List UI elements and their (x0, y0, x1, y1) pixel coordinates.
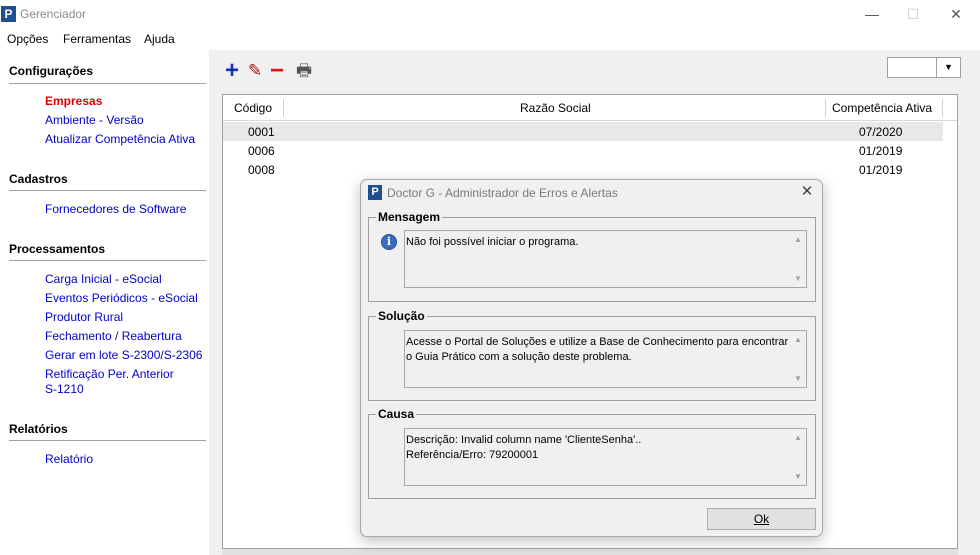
dialog-titlebar: P Doctor G - Administrador de Erros e Al… (361, 180, 822, 206)
solucao-text: Acesse o Portal de Soluções e utilize a … (406, 336, 789, 363)
solucao-group: Solução Acesse o Portal de Soluções e ut… (368, 309, 816, 401)
window-title: Gerenciador (20, 7, 87, 21)
section-divider (9, 260, 206, 261)
section-divider (9, 440, 206, 441)
section-divider (9, 190, 206, 191)
minimize-button[interactable]: — (862, 4, 882, 24)
remove-icon[interactable]: − (268, 59, 286, 83)
sidebar-item-relatorio[interactable]: Relatório (45, 452, 93, 467)
scroll-down-icon[interactable]: ▼ (793, 374, 803, 384)
column-header-competencia-ativa[interactable]: Competência Ativa (832, 101, 932, 115)
print-icon[interactable]: 🖶 (295, 62, 313, 80)
scroll-up-icon[interactable]: ▲ (793, 433, 803, 443)
column-header-razao-social[interactable]: Razão Social (520, 101, 591, 115)
cell-codigo: 0001 (248, 125, 275, 139)
mensagem-group: Mensagem i Não foi possível iniciar o pr… (368, 210, 816, 302)
section-divider (9, 83, 206, 84)
section-processamentos-title: Processamentos (9, 242, 106, 256)
column-separator (825, 99, 826, 117)
section-relatorios-title: Relatórios (9, 422, 68, 436)
info-icon: i (381, 234, 397, 250)
sidebar-item-gerar-em-lote[interactable]: Gerar em lote S-2300/S-2306 (45, 348, 202, 363)
competencia-combo[interactable]: ▼ (887, 57, 961, 78)
horizontal-scrollbar[interactable] (222, 549, 958, 555)
mensagem-textbox[interactable]: Não foi possível iniciar o programa. ▲ ▼ (404, 230, 807, 288)
grid-header: Código Razão Social Competência Ativa (223, 95, 957, 121)
edit-icon[interactable]: ✎ (246, 62, 264, 80)
causa-textbox[interactable]: Descrição: Invalid column name 'ClienteS… (404, 428, 807, 486)
table-row[interactable]: 0008 01/2019 (223, 160, 943, 179)
scroll-up-icon[interactable]: ▲ (793, 335, 803, 345)
section-cadastros-title: Cadastros (9, 172, 68, 186)
causa-text: Descrição: Invalid column name 'ClienteS… (406, 434, 642, 461)
mensagem-text: Não foi possível iniciar o programa. (406, 236, 579, 248)
scroll-up-icon[interactable]: ▲ (793, 235, 803, 245)
column-header-codigo[interactable]: Código (234, 101, 272, 115)
scroll-down-icon[interactable]: ▼ (793, 274, 803, 284)
cell-codigo: 0008 (248, 163, 275, 177)
sidebar: Configurações Empresas Ambiente - Versão… (0, 50, 209, 555)
window-titlebar: P Gerenciador — ☐ ✕ (0, 0, 980, 28)
dialog-title: Doctor G - Administrador de Erros e Aler… (387, 186, 618, 200)
scroll-down-icon[interactable]: ▼ (793, 472, 803, 482)
sidebar-item-ambiente-versao[interactable]: Ambiente - Versão (45, 113, 144, 128)
sidebar-item-eventos-periodicos[interactable]: Eventos Periódicos - eSocial (45, 291, 198, 306)
causa-label: Causa (376, 407, 417, 421)
sidebar-item-fornecedores[interactable]: Fornecedores de Software (45, 202, 186, 217)
sidebar-item-empresas[interactable]: Empresas (45, 94, 102, 109)
causa-group: Causa Descrição: Invalid column name 'Cl… (368, 407, 816, 499)
cell-competencia: 07/2020 (859, 125, 903, 139)
column-separator (942, 99, 943, 117)
sidebar-item-retificacao[interactable]: Retificação Per. Anterior S-1210 (45, 367, 174, 397)
cell-codigo: 0006 (248, 144, 275, 158)
sidebar-item-atualizar-competencia[interactable]: Atualizar Competência Ativa (45, 132, 195, 147)
close-button[interactable]: ✕ (946, 4, 966, 24)
section-configuracoes-title: Configurações (9, 64, 94, 78)
add-icon[interactable]: + (223, 59, 241, 83)
maximize-button[interactable]: ☐ (903, 4, 923, 24)
sidebar-item-carga-inicial[interactable]: Carga Inicial - eSocial (45, 272, 162, 287)
menu-bar: Opções Ferramentas Ajuda (0, 28, 980, 50)
cell-competencia: 01/2019 (859, 144, 903, 158)
dialog-logo-icon: P (368, 185, 382, 200)
menu-ferramentas[interactable]: Ferramentas (63, 32, 131, 46)
error-dialog: P Doctor G - Administrador de Erros e Al… (360, 179, 823, 537)
ok-button[interactable]: Ok (707, 508, 816, 530)
mensagem-label: Mensagem (376, 210, 443, 224)
sidebar-item-produtor-rural[interactable]: Produtor Rural (45, 310, 123, 325)
cell-competencia: 01/2019 (859, 163, 903, 177)
column-separator (283, 99, 284, 117)
table-row[interactable]: 0006 01/2019 (223, 141, 943, 160)
dialog-close-button[interactable]: ✕ (799, 184, 815, 200)
chevron-down-icon[interactable]: ▼ (936, 58, 960, 77)
sidebar-item-fechamento-reabertura[interactable]: Fechamento / Reabertura (45, 329, 182, 344)
table-row[interactable]: 0001 07/2020 (223, 122, 943, 141)
solucao-label: Solução (376, 309, 427, 323)
solucao-textbox[interactable]: Acesse o Portal de Soluções e utilize a … (404, 330, 807, 388)
app-logo-icon: P (1, 6, 16, 22)
menu-opcoes[interactable]: Opções (7, 32, 48, 46)
menu-ajuda[interactable]: Ajuda (144, 32, 175, 46)
